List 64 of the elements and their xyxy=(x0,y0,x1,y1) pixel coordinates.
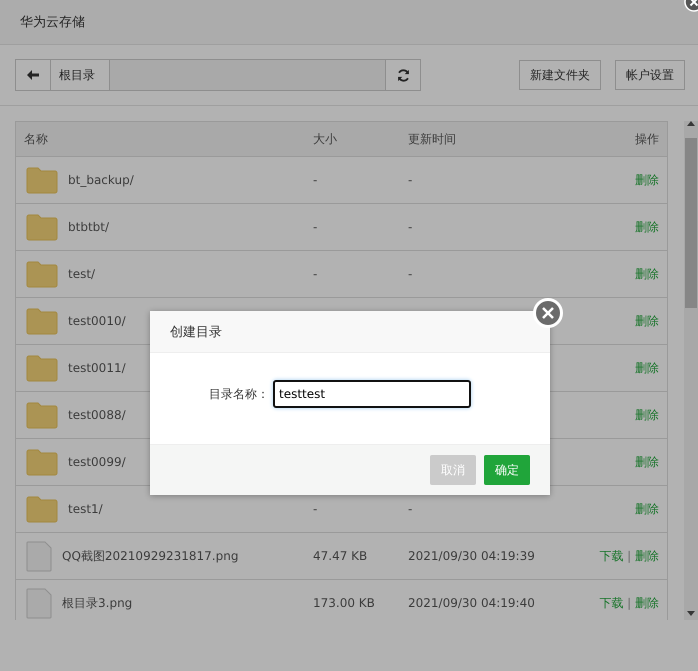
file-name[interactable]: test/ xyxy=(68,267,96,281)
table-cell-text: - xyxy=(408,220,414,234)
refresh-icon xyxy=(396,68,410,82)
file-name[interactable]: QQ截图20210929231817.png xyxy=(62,548,238,564)
table-cell-text: 47.47 KB xyxy=(313,549,368,563)
table-cell-text: 2021/09/30 04:19:40 xyxy=(408,596,536,610)
folder-icon xyxy=(26,448,58,476)
file-name[interactable]: btbtbt/ xyxy=(68,220,110,234)
delete-link[interactable]: 删除 xyxy=(635,454,659,468)
table-cell-text: 2021/09/30 04:19:39 xyxy=(408,549,536,563)
column-header: 更新时间 xyxy=(408,130,457,148)
file-name[interactable]: test0010/ xyxy=(68,314,126,328)
delete-link[interactable]: 删除 xyxy=(635,172,659,186)
folder-icon xyxy=(26,354,58,382)
table-cell-text: - xyxy=(313,173,318,187)
scroll-down-icon[interactable] xyxy=(687,611,695,616)
delete-link[interactable]: 删除 xyxy=(635,502,659,516)
file-icon xyxy=(26,540,52,572)
table-cell-text: - xyxy=(408,267,414,281)
file-name[interactable]: test1/ xyxy=(68,502,103,516)
folder-icon xyxy=(26,496,58,522)
folder-icon xyxy=(26,308,58,334)
back-button[interactable] xyxy=(16,60,50,90)
folder-icon xyxy=(26,166,58,194)
arrow-left-icon xyxy=(27,70,39,80)
table-cell-text: - xyxy=(313,502,318,516)
separator: | xyxy=(627,596,632,610)
scrollbar[interactable] xyxy=(684,121,698,620)
delete-link[interactable]: 删除 xyxy=(635,408,659,422)
download-link[interactable]: 下载 xyxy=(599,596,624,610)
delete-link[interactable]: 删除 xyxy=(635,360,659,374)
folder-icon xyxy=(26,260,58,288)
file-name[interactable]: 根目录3.png xyxy=(62,594,132,612)
column-header: 名称 xyxy=(23,130,49,148)
column-header: 操作 xyxy=(635,132,659,146)
refresh-button[interactable] xyxy=(386,60,420,90)
file-name[interactable]: bt_backup/ xyxy=(68,173,134,187)
account-settings-button[interactable]: 帐户设置 xyxy=(615,60,685,90)
delete-link[interactable]: 删除 xyxy=(635,266,659,280)
table-cell-text: - xyxy=(313,267,318,281)
confirm-button[interactable]: 确定 xyxy=(484,455,530,485)
folder-icon xyxy=(26,402,58,428)
input-field[interactable]: testtest xyxy=(273,380,471,408)
dialog-title: 创建目录 xyxy=(170,324,222,340)
file-name[interactable]: test0099/ xyxy=(68,455,126,469)
field-label: 目录名称： xyxy=(209,386,269,403)
table-cell-text: - xyxy=(313,220,318,234)
delete-link[interactable]: 删除 xyxy=(635,314,659,328)
table-cell-text: - xyxy=(408,173,414,187)
breadcrumb-item[interactable]: 根目录 xyxy=(50,60,109,90)
delete-link[interactable]: 删除 xyxy=(635,596,659,610)
column-header: 大小 xyxy=(313,130,338,148)
scroll-up-icon[interactable] xyxy=(687,121,695,126)
separator: | xyxy=(627,548,632,562)
delete-link[interactable]: 删除 xyxy=(635,548,659,562)
delete-link[interactable]: 删除 xyxy=(635,220,659,234)
file-name[interactable]: test0088/ xyxy=(68,408,126,422)
window-title: 华为云存储 xyxy=(20,14,85,31)
file-name[interactable]: test0011/ xyxy=(68,361,126,375)
table-cell-text: 173.00 KB xyxy=(313,596,376,610)
new-folder-button[interactable]: 新建文件夹 xyxy=(519,60,601,90)
folder-icon xyxy=(26,214,58,240)
table-cell-text: - xyxy=(408,502,414,516)
download-link[interactable]: 下载 xyxy=(599,548,624,562)
